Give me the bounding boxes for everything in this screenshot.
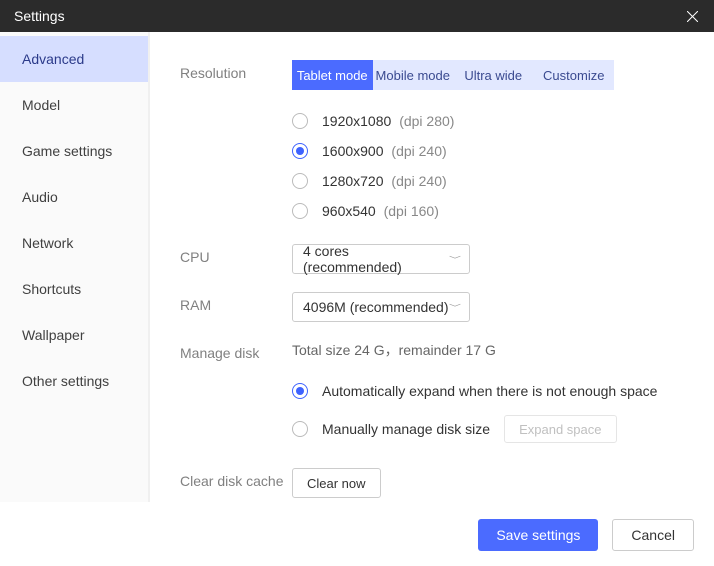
cancel-button[interactable]: Cancel xyxy=(612,519,694,551)
tab-customize[interactable]: Customize xyxy=(534,60,615,90)
sidebar-item-audio[interactable]: Audio xyxy=(0,174,148,220)
sidebar-item-label: Model xyxy=(22,97,60,113)
sidebar-item-shortcuts[interactable]: Shortcuts xyxy=(0,266,148,312)
save-settings-button[interactable]: Save settings xyxy=(478,519,598,551)
resolution-option-960x540[interactable]: 960x540 (dpi 160) xyxy=(292,196,684,226)
sidebar-item-label: Network xyxy=(22,235,73,251)
title-bar: Settings xyxy=(0,0,714,32)
radio-icon xyxy=(292,383,308,399)
sidebar-item-label: Shortcuts xyxy=(22,281,81,297)
tab-tablet-mode[interactable]: Tablet mode xyxy=(292,60,373,90)
resolution-tabs: Tablet mode Mobile mode Ultra wide Custo… xyxy=(292,60,614,90)
expand-space-button: Expand space xyxy=(504,415,616,443)
radio-icon xyxy=(292,143,308,159)
sidebar-item-model[interactable]: Model xyxy=(0,82,148,128)
sidebar-item-label: Audio xyxy=(22,189,58,205)
ram-label: RAM xyxy=(180,292,292,322)
sidebar-item-other-settings[interactable]: Other settings xyxy=(0,358,148,404)
sidebar-item-label: Wallpaper xyxy=(22,327,85,343)
close-button[interactable] xyxy=(670,0,714,32)
sidebar-item-label: Game settings xyxy=(22,143,112,159)
resolution-option-label: 1280x720 (dpi 240) xyxy=(322,173,447,189)
disk-info-text: Total size 24 G，remainder 17 G xyxy=(292,340,684,360)
clear-disk-cache-label: Clear disk cache xyxy=(180,468,292,498)
resolution-option-label: 1920x1080 (dpi 280) xyxy=(322,113,454,129)
radio-icon xyxy=(292,113,308,129)
disk-option-label: Automatically expand when there is not e… xyxy=(322,383,657,399)
sidebar-item-network[interactable]: Network xyxy=(0,220,148,266)
radio-icon xyxy=(292,173,308,189)
clear-now-button[interactable]: Clear now xyxy=(292,468,381,498)
close-icon xyxy=(687,11,698,22)
footer: Save settings Cancel xyxy=(0,502,714,566)
sidebar: Advanced Model Game settings Audio Netwo… xyxy=(0,32,148,502)
manage-disk-label: Manage disk xyxy=(180,340,292,448)
tab-ultra-wide[interactable]: Ultra wide xyxy=(453,60,534,90)
ram-selected-value: 4096M (recommended) xyxy=(303,299,449,315)
resolution-option-1600x900[interactable]: 1600x900 (dpi 240) xyxy=(292,136,684,166)
cpu-selected-value: 4 cores (recommended) xyxy=(303,243,449,275)
cpu-label: CPU xyxy=(180,244,292,274)
radio-icon xyxy=(292,421,308,437)
chevron-down-icon: ﹀ xyxy=(449,254,461,264)
resolution-option-label: 960x540 (dpi 160) xyxy=(322,203,439,219)
disk-option-auto-expand[interactable]: Automatically expand when there is not e… xyxy=(292,372,684,410)
tab-mobile-mode[interactable]: Mobile mode xyxy=(373,60,454,90)
sidebar-item-advanced[interactable]: Advanced xyxy=(0,36,148,82)
main-panel: Resolution Tablet mode Mobile mode Ultra… xyxy=(150,32,714,502)
resolution-option-label: 1600x900 (dpi 240) xyxy=(322,143,447,159)
ram-select[interactable]: 4096M (recommended) ﹀ xyxy=(292,292,470,322)
chevron-down-icon: ﹀ xyxy=(449,302,461,312)
window-title: Settings xyxy=(14,8,65,24)
cpu-select[interactable]: 4 cores (recommended) ﹀ xyxy=(292,244,470,274)
resolution-option-1920x1080[interactable]: 1920x1080 (dpi 280) xyxy=(292,106,684,136)
disk-option-label: Manually manage disk size xyxy=(322,421,490,437)
radio-icon xyxy=(292,203,308,219)
disk-option-manual[interactable]: Manually manage disk size Expand space xyxy=(292,410,684,448)
resolution-label: Resolution xyxy=(180,60,292,226)
sidebar-item-game-settings[interactable]: Game settings xyxy=(0,128,148,174)
sidebar-item-label: Advanced xyxy=(22,51,84,67)
sidebar-item-label: Other settings xyxy=(22,373,109,389)
resolution-option-1280x720[interactable]: 1280x720 (dpi 240) xyxy=(292,166,684,196)
sidebar-item-wallpaper[interactable]: Wallpaper xyxy=(0,312,148,358)
